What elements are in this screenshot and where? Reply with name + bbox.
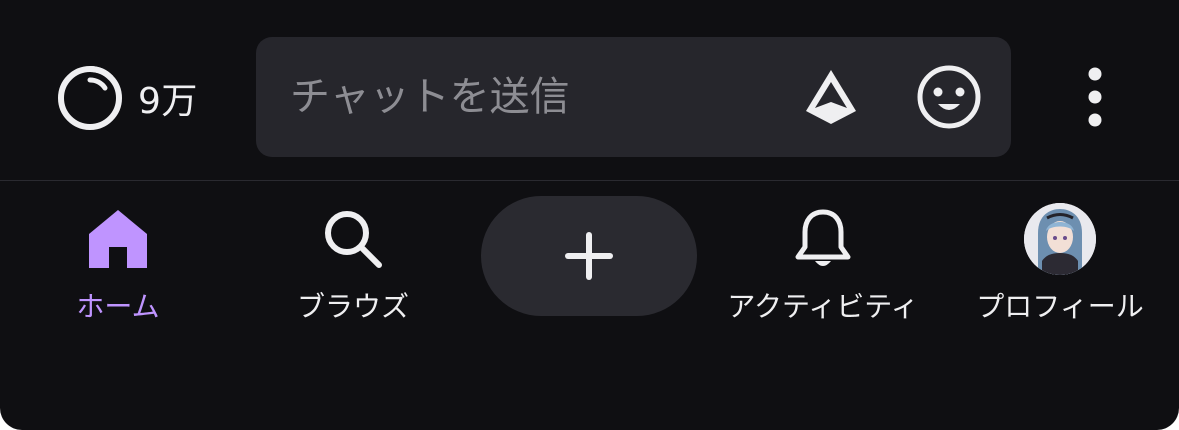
more-vertical-icon[interactable] — [1080, 64, 1110, 132]
home-icon — [89, 210, 147, 268]
app-window: 9万 ホーム — [0, 0, 1179, 430]
nav-item-activity[interactable]: アクティビティ — [723, 181, 923, 331]
chat-input[interactable] — [290, 37, 770, 157]
chat-bar: 9万 — [0, 0, 1179, 180]
nav-label-home: ホーム — [76, 290, 160, 323]
nav-item-browse[interactable]: ブラウズ — [253, 181, 453, 331]
bottom-nav: ホーム ブラウズ アクティビティ プロフィール — [0, 181, 1179, 430]
viewers-ring-icon — [58, 66, 122, 130]
bell-icon — [795, 209, 851, 266]
viewer-count[interactable]: 9万 — [56, 62, 198, 134]
plus-icon — [565, 232, 613, 280]
chat-input-container — [256, 37, 1011, 157]
nav-item-profile[interactable]: プロフィール — [960, 181, 1160, 331]
nav-item-home[interactable]: ホーム — [18, 181, 218, 331]
avatar-image — [1024, 203, 1096, 275]
search-icon — [325, 211, 382, 268]
nav-label-activity: アクティビティ — [727, 290, 919, 323]
viewer-count-text: 9万 — [138, 81, 198, 122]
create-button[interactable] — [481, 196, 697, 316]
avatar — [1024, 203, 1096, 275]
nav-label-browse: ブラウズ — [296, 290, 409, 323]
bits-icon[interactable] — [801, 67, 861, 127]
emote-icon[interactable] — [916, 64, 982, 130]
nav-label-profile: プロフィール — [976, 290, 1144, 323]
